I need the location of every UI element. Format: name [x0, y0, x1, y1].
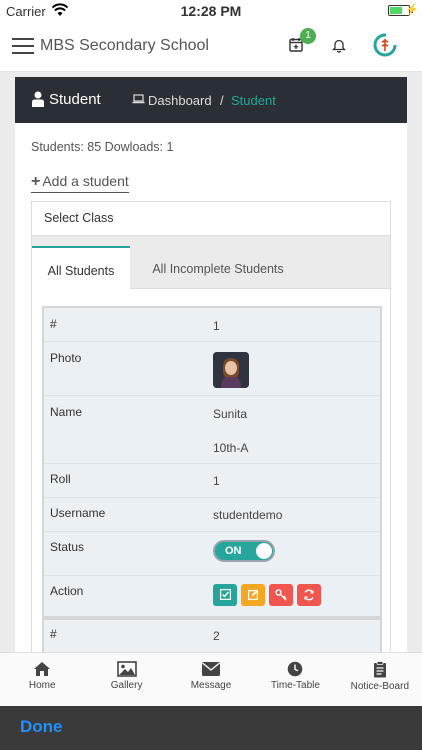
action-label: Action — [50, 584, 84, 598]
status-toggle[interactable]: ON — [213, 540, 275, 562]
page-title: Student — [49, 91, 101, 108]
status-label: Status — [50, 540, 85, 554]
edit-icon — [247, 589, 258, 601]
message-icon — [202, 662, 221, 676]
home-icon — [34, 662, 51, 676]
clock-time: 12:28 PM — [180, 3, 242, 19]
school-logo — [373, 33, 397, 57]
menu-icon[interactable] — [12, 38, 34, 54]
student-icon — [32, 91, 44, 107]
done-bar: Done — [0, 706, 422, 750]
tab-notice-board[interactable]: Notice-Board — [338, 653, 422, 706]
tab-gallery[interactable]: Gallery — [84, 653, 168, 706]
record-row-number: # 1 — [44, 308, 380, 342]
student-stats: Students: 85 Dowloads: 1 — [31, 140, 174, 154]
plus-icon: + — [31, 173, 41, 190]
select-class-dropdown[interactable]: Select Class — [32, 202, 390, 236]
photo-label: Photo — [50, 351, 82, 365]
record-row-name: Name Sunita 10th-A — [44, 396, 380, 464]
clock-icon — [288, 661, 303, 677]
status-toggle-label: ON — [225, 545, 242, 557]
refresh-button[interactable] — [297, 584, 321, 606]
notification-badge: 1 — [300, 28, 316, 44]
student-tabs: All Students All Incomplete Students — [32, 236, 390, 289]
add-student-label: Add a student — [42, 173, 129, 189]
roll-value: 1 — [213, 474, 220, 488]
edit-button[interactable] — [241, 584, 265, 606]
record-row-photo: Photo — [44, 342, 380, 396]
username-label: Username — [50, 506, 106, 520]
student-record: # 2 — [42, 618, 382, 652]
charging-icon: ⚡ — [405, 4, 419, 16]
student-panel: Select Class All Students All Incomplete… — [31, 201, 391, 652]
number-value: 2 — [213, 629, 220, 643]
app-bar: MBS Secondary School 1 — [0, 22, 422, 72]
tab-incomplete-students[interactable]: All Incomplete Students — [130, 246, 306, 289]
class-value: 10th-A — [213, 441, 249, 455]
tab-message-label: Message — [190, 680, 232, 691]
breadcrumb-separator: / — [220, 93, 224, 108]
number-label: # — [50, 317, 57, 331]
app-title: MBS Secondary School — [40, 37, 209, 54]
record-row-number: # 2 — [44, 620, 380, 652]
number-label: # — [50, 627, 57, 641]
tab-time-table-label: Time-Table — [270, 680, 320, 691]
gallery-icon — [116, 661, 137, 677]
done-button[interactable]: Done — [20, 717, 63, 737]
tab-home-label: Home — [28, 680, 56, 691]
page-header: Student Dashboard / Student — [15, 77, 407, 123]
breadcrumb-dashboard[interactable]: Dashboard — [148, 93, 212, 108]
name-label: Name — [50, 405, 83, 419]
action-buttons — [213, 584, 321, 606]
record-row-status: Status ON — [44, 532, 380, 576]
breadcrumb-current: Student — [231, 93, 276, 108]
laptop-icon — [132, 94, 145, 104]
student-photo[interactable] — [213, 352, 249, 388]
reset-password-button[interactable] — [269, 584, 293, 606]
name-value: Sunita — [213, 407, 248, 421]
username-value: studentdemo — [213, 508, 283, 522]
record-row-action: Action — [44, 576, 380, 616]
number-value: 1 — [213, 319, 220, 333]
status-bar: Carrier 12:28 PM ⚡ — [0, 0, 422, 22]
tab-gallery-label: Gallery — [110, 680, 143, 691]
add-student-link[interactable]: + Add a student — [31, 173, 129, 193]
record-row-roll: Roll 1 — [44, 464, 380, 498]
student-record: # 1 Photo Name Sunita 10th-A Roll 1 User… — [42, 306, 382, 618]
main-content: Student Dashboard / Student Students: 85… — [15, 77, 407, 652]
clipboard-icon — [373, 661, 386, 678]
tab-all-students[interactable]: All Students — [32, 246, 130, 289]
record-row-username: Username studentdemo — [44, 498, 380, 532]
tab-notice-board-label: Notice-Board — [350, 681, 409, 692]
refresh-icon — [304, 589, 314, 601]
toggle-knob — [256, 543, 272, 559]
bell-icon[interactable] — [332, 38, 346, 53]
tab-home[interactable]: Home — [0, 653, 84, 706]
tab-message[interactable]: Message — [169, 653, 253, 706]
approve-button[interactable] — [213, 584, 237, 606]
roll-label: Roll — [50, 472, 71, 486]
key-icon — [275, 589, 287, 601]
tab-time-table[interactable]: Time-Table — [253, 653, 337, 706]
bottom-tab-bar: Home Gallery Message Time-Table Notice-B… — [0, 652, 422, 706]
check-icon — [219, 589, 231, 601]
